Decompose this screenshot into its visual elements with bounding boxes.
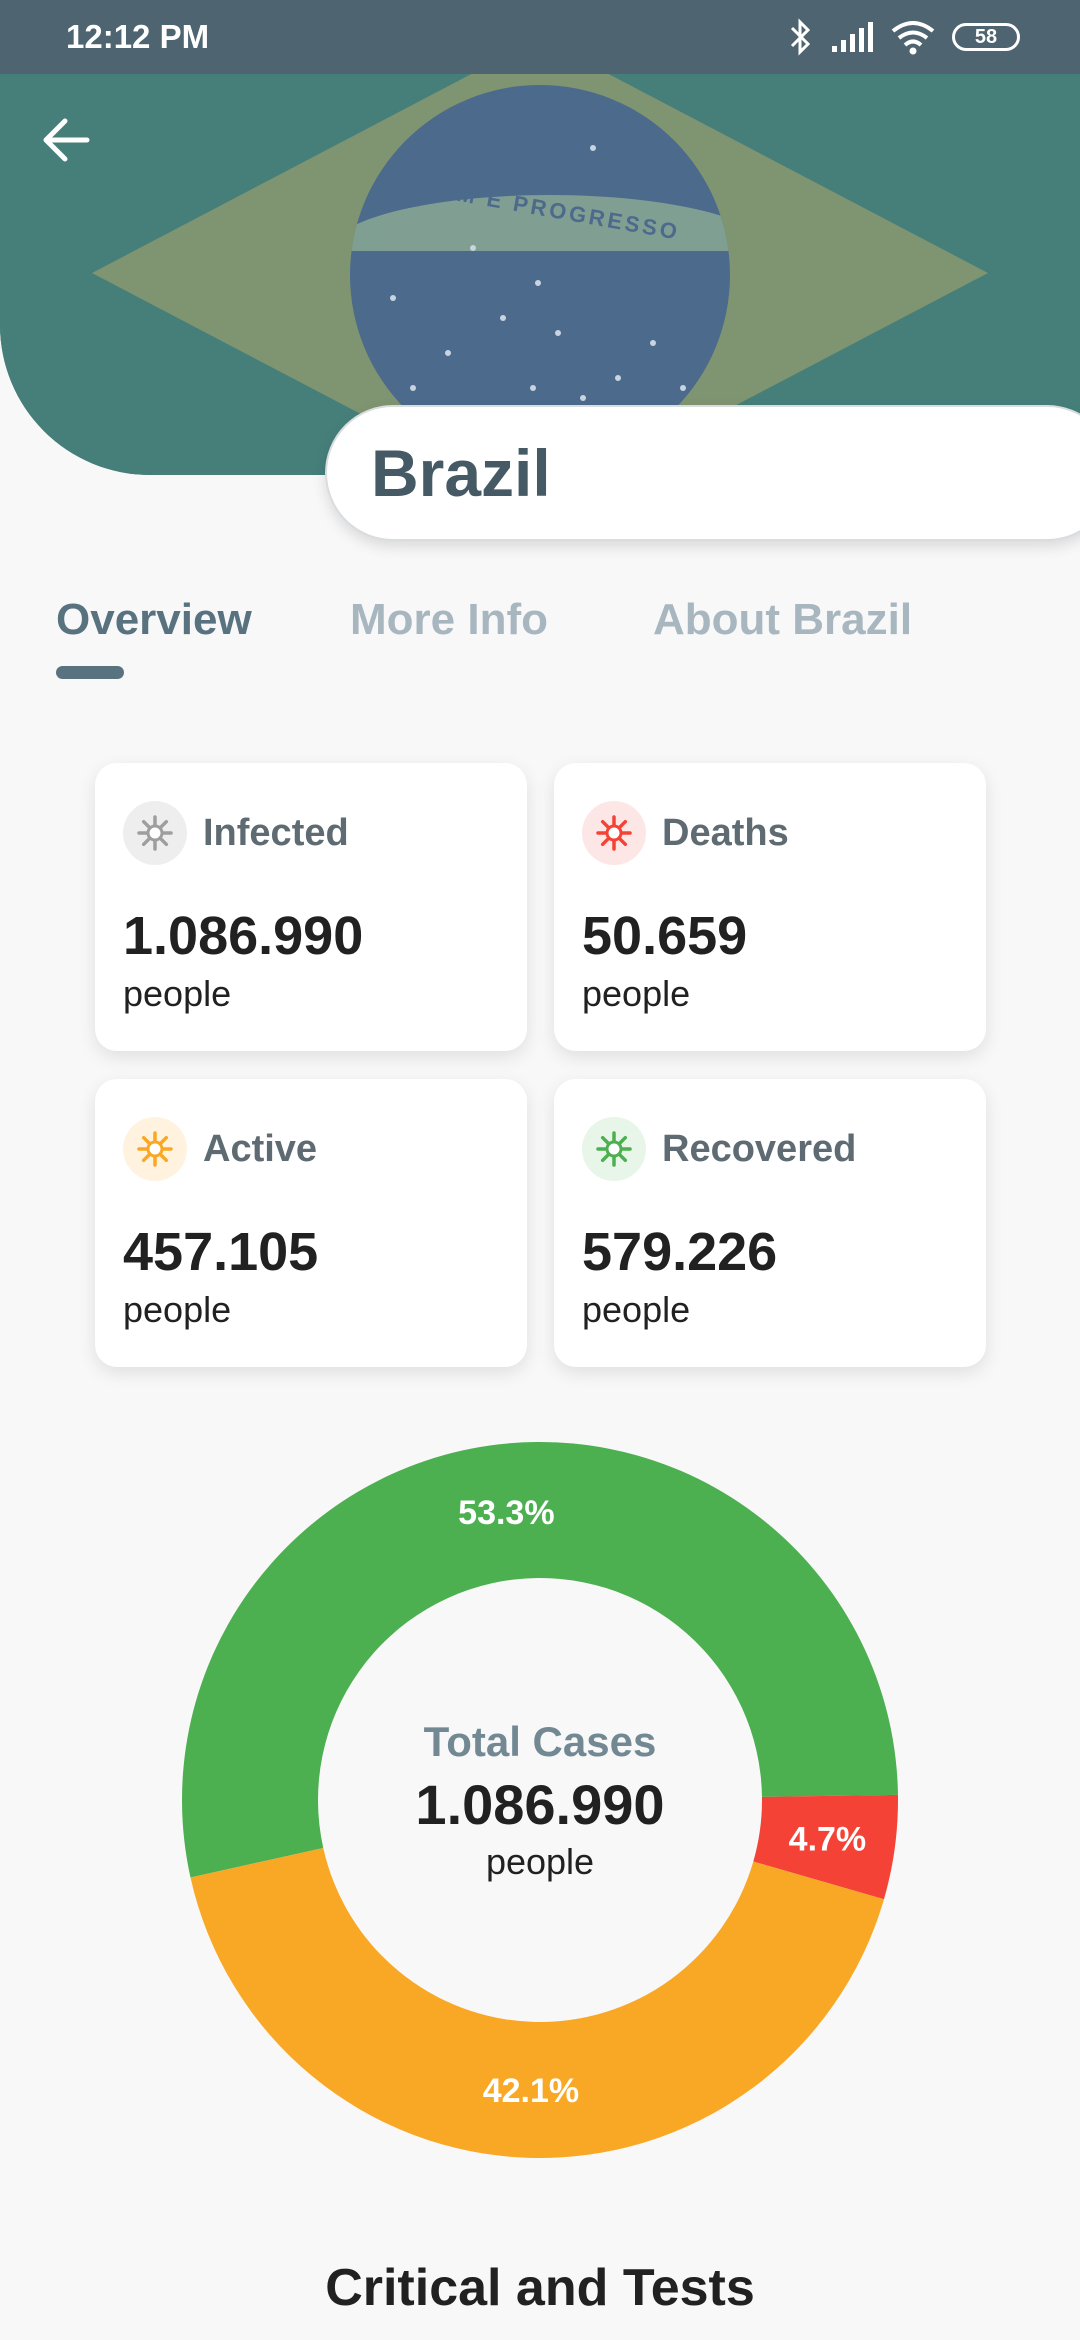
card-value: 579.226	[582, 1222, 778, 1282]
card-value: 457.105	[123, 1222, 319, 1282]
virus-icon	[123, 801, 187, 865]
card-title: Infected	[203, 811, 349, 854]
stat-card-deaths: Deaths 50.659 people	[554, 763, 986, 1051]
donut-slice-active	[190, 1848, 884, 2158]
donut-slice-label: 4.7%	[789, 1821, 867, 1859]
stat-card-infected: Infected 1.086.990 people	[95, 763, 527, 1051]
card-unit: people	[123, 973, 232, 1014]
tab-more-info[interactable]: More Info	[350, 595, 548, 645]
card-value: 50.659	[582, 906, 748, 966]
country-title-card: Brazil	[325, 405, 1080, 541]
country-detail-screen: ORDEM E PROGRESSO 12:12 PM 58 Brazil Ove…	[0, 0, 1080, 2340]
virus-icon	[582, 1117, 646, 1181]
tab-overview[interactable]: Overview	[56, 595, 252, 645]
card-title: Recovered	[662, 1127, 857, 1170]
tab-about-country[interactable]: About Brazil	[653, 595, 912, 645]
virus-icon	[582, 801, 646, 865]
status-icons: 58	[788, 18, 1020, 56]
section-title: Critical and Tests	[325, 2259, 755, 2317]
card-value: 1.086.990	[123, 906, 364, 966]
stat-card-active: Active 457.105 people	[95, 1079, 527, 1367]
card-unit: people	[123, 1289, 232, 1330]
donut-slice-label: 53.3%	[458, 1494, 554, 1532]
signal-icon	[832, 22, 873, 52]
stat-card-recovered: Recovered 579.226 people	[554, 1079, 986, 1367]
country-name: Brazil	[371, 436, 551, 510]
tab-indicator	[56, 666, 124, 679]
wifi-icon	[891, 21, 935, 55]
virus-icon	[123, 1117, 187, 1181]
status-time: 12:12 PM	[66, 18, 210, 55]
arrow-back-icon	[43, 118, 90, 162]
total-cases-donut-chart: 53.3% 4.7% 42.1%	[181, 1441, 898, 2158]
battery-icon: 58	[952, 23, 1020, 51]
bluetooth-icon	[790, 18, 811, 56]
donut-slice-label: 42.1%	[483, 2072, 579, 2110]
card-unit: people	[582, 1289, 691, 1330]
back-button[interactable]	[36, 110, 96, 170]
status-bar: 12:12 PM 58	[0, 0, 1080, 74]
card-title: Deaths	[662, 811, 789, 854]
card-unit: people	[582, 973, 691, 1014]
card-title: Active	[203, 1127, 318, 1170]
